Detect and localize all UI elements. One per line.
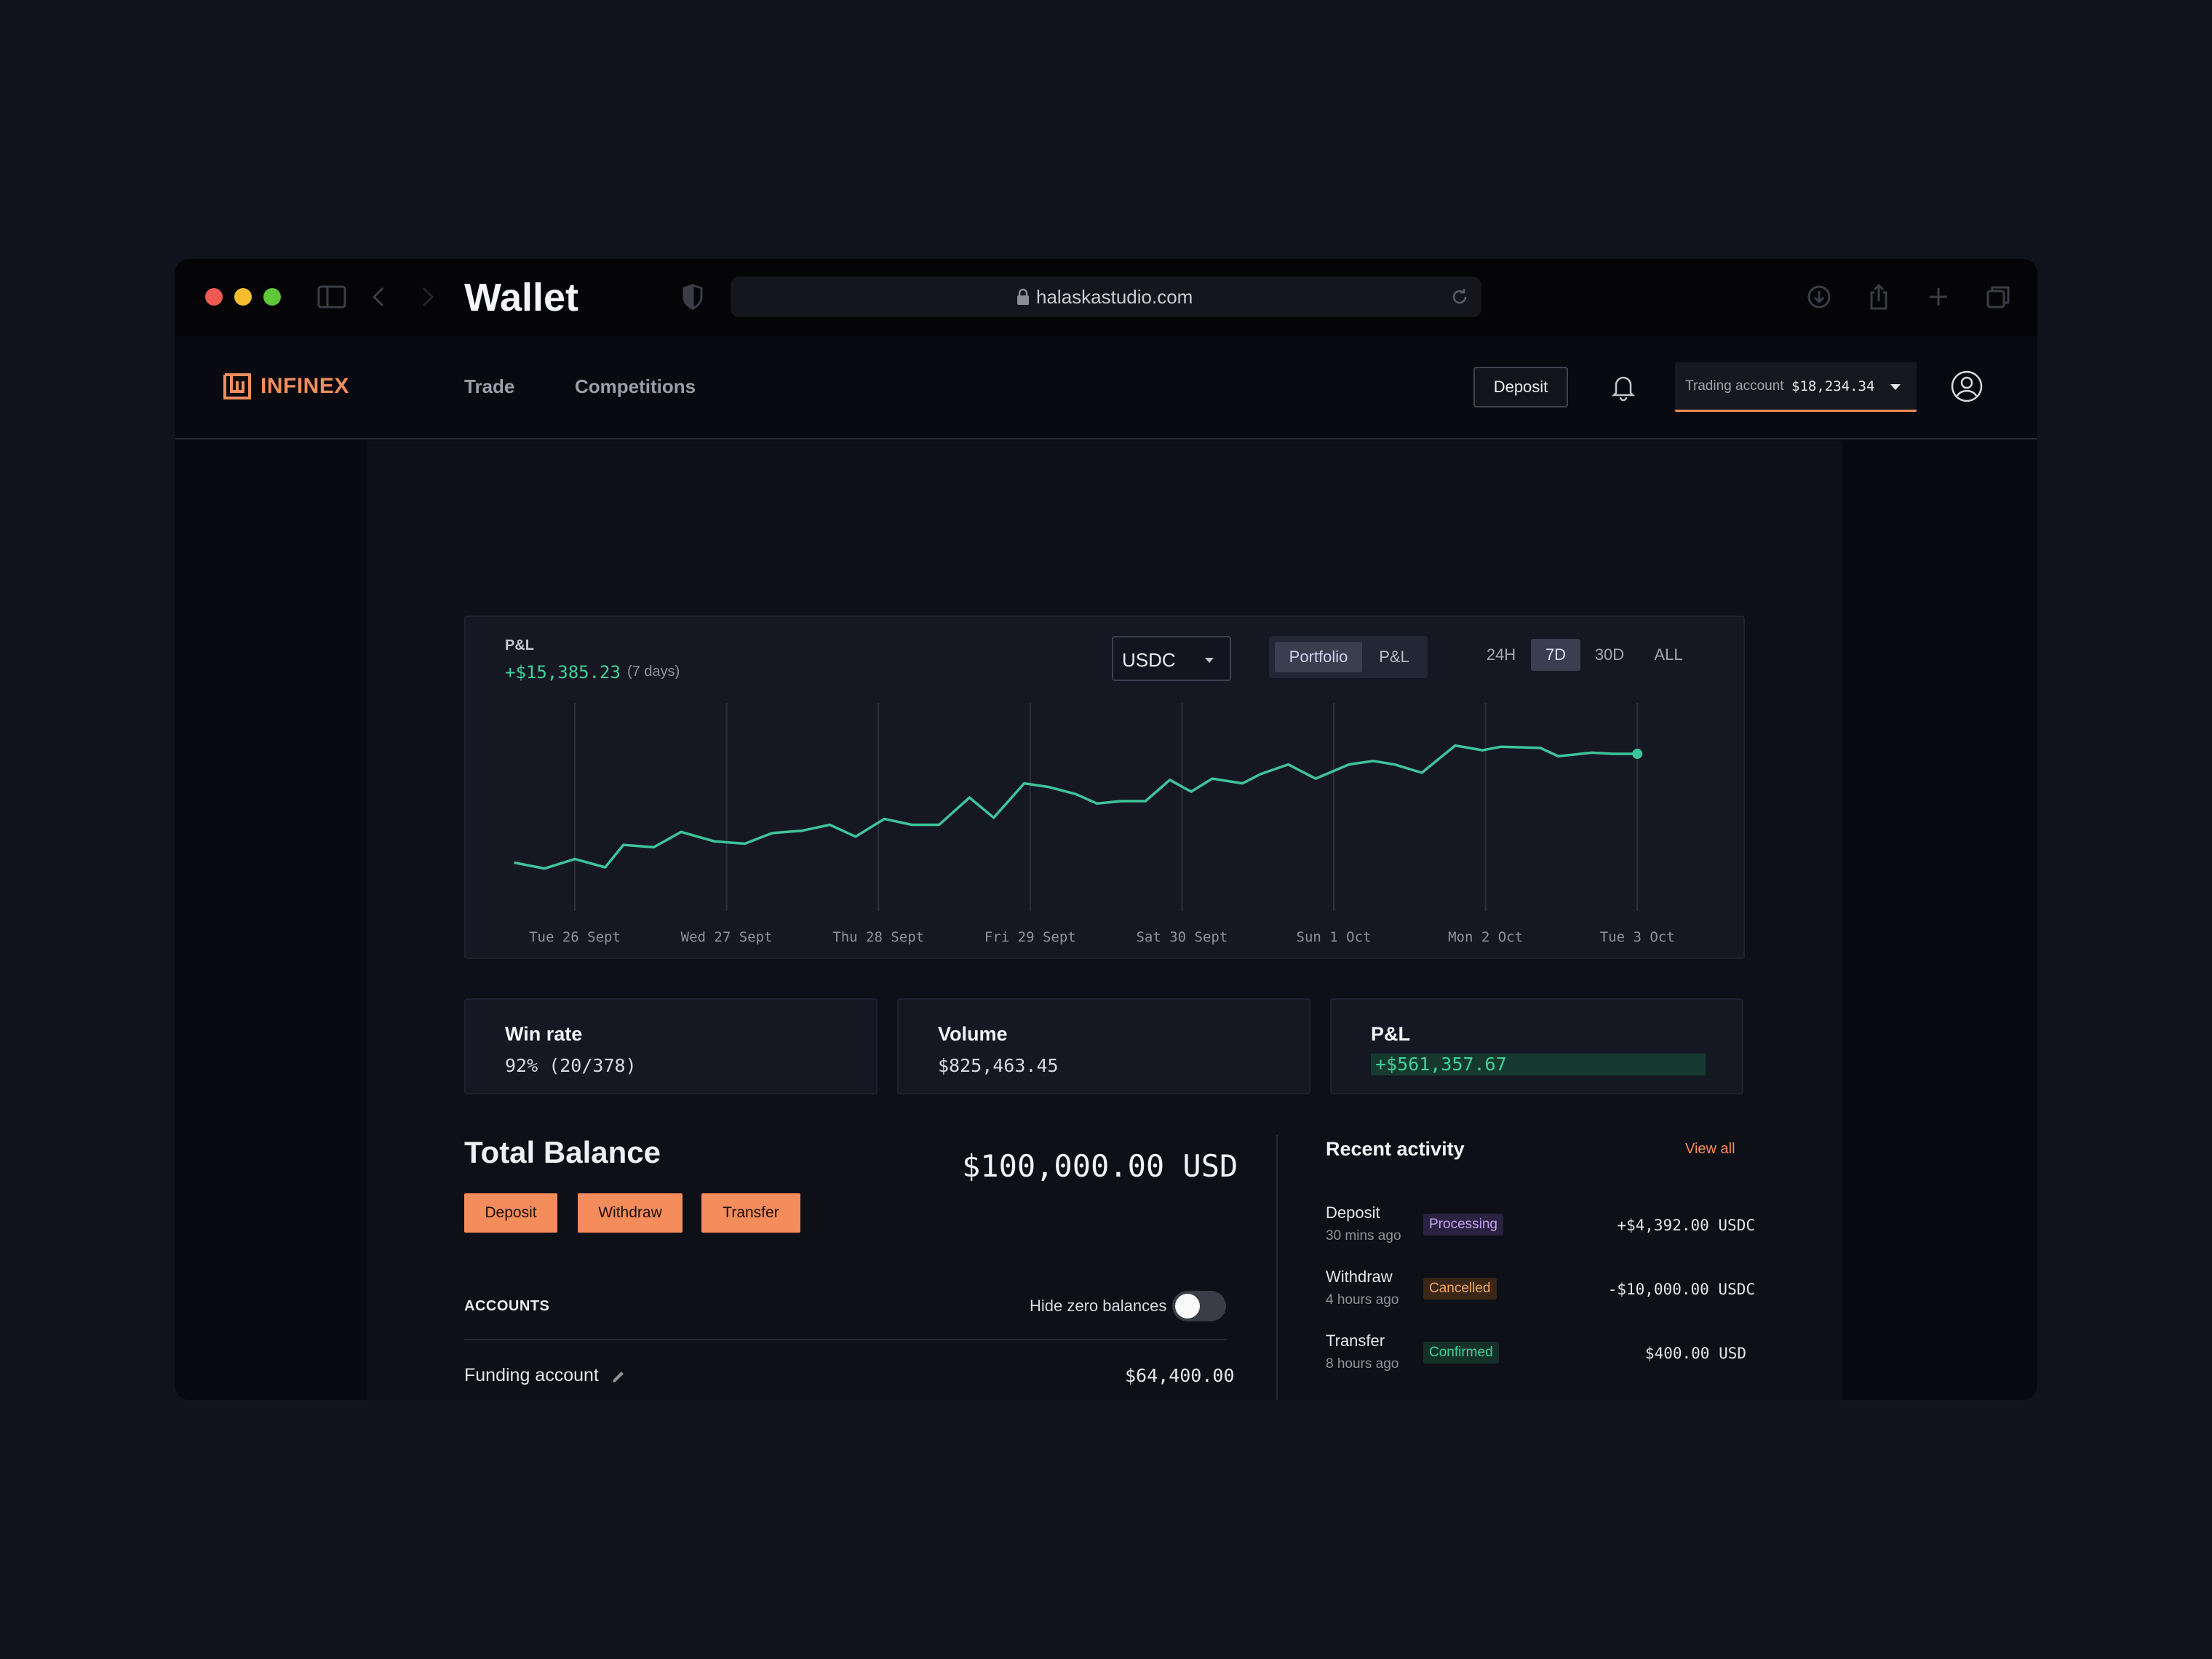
sidebar-toggle-icon[interactable] [314,279,349,314]
recent-activity-title: Recent activity [1326,1138,1465,1160]
chart-series-line [514,744,1638,870]
total-balance-title: Total Balance [464,1135,661,1169]
x-tick-label: Wed 27 Sept [681,929,773,945]
download-icon[interactable] [1802,279,1837,314]
brand-logo[interactable]: INFINEX [223,373,349,400]
stat-title: P&L [1371,1023,1410,1045]
hide-zero-balances-toggle[interactable] [1172,1291,1226,1321]
x-tick-label: Thu 28 Sept [832,929,924,945]
browser-toolbar: halaskastudio.com [175,259,2037,336]
stat-value: 92% (20/378) [505,1055,637,1076]
user-profile-icon[interactable] [1950,370,1984,403]
privacy-shield-icon[interactable] [675,279,710,314]
header-deposit-button[interactable]: Deposit [1473,367,1568,407]
new-tab-icon[interactable] [1921,279,1956,314]
activity-type: Transfer [1326,1332,1385,1350]
account-selector-value: $18,234.34 [1791,378,1875,394]
address-bar[interactable]: halaskastudio.com [731,276,1481,317]
withdraw-button[interactable]: Withdraw [578,1193,683,1233]
stat-card-win-rate: Win rate 92% (20/378) [464,998,878,1094]
deposit-button[interactable]: Deposit [464,1193,557,1233]
funding-account-name: Funding account [464,1365,599,1385]
x-tick-label: Fri 29 Sept [984,929,1076,945]
x-tick-label: Mon 2 Oct [1448,929,1523,945]
stat-value: $825,463.45 [938,1055,1059,1076]
range-all[interactable]: ALL [1646,639,1691,671]
stat-card-pnl: P&L +$561,357.67 [1330,998,1743,1094]
funding-account-value: $64,400.00 [1125,1365,1235,1386]
range-24h[interactable]: 24H [1477,639,1525,671]
x-tick-label: Tue 26 Sept [529,929,621,945]
account-selector-label: Trading account [1685,378,1784,394]
status-badge: Confirmed [1423,1342,1499,1364]
status-badge: Processing [1423,1214,1503,1236]
notifications-bell-icon[interactable] [1610,373,1637,402]
lock-icon [1016,288,1030,306]
range-30d[interactable]: 30D [1586,639,1633,671]
x-tick-label: Sat 30 Sept [1136,929,1228,945]
app-header: INFINEX Trade Competitions Deposit Tradi… [175,336,2037,439]
brand-name: INFINEX [260,374,349,398]
share-icon[interactable] [1861,279,1896,314]
accounts-divider [464,1339,1227,1340]
stat-title: Volume [938,1023,1008,1045]
activity-time: 8 hours ago [1326,1356,1399,1372]
range-7d[interactable]: 7D [1531,639,1580,671]
close-window-button[interactable] [205,288,223,306]
toggle-knob [1175,1294,1200,1318]
edit-pencil-icon[interactable] [611,1368,627,1384]
activity-row[interactable]: Withdraw 4 hours ago Cancelled -$10,000.… [1326,1268,1755,1326]
activity-type: Deposit [1326,1204,1380,1222]
x-tick-label: Tue 3 Oct [1600,929,1675,945]
page-title: Wallet [464,276,579,319]
view-all-link[interactable]: View all [1685,1141,1735,1158]
stat-card-volume: Volume $825,463.45 [897,998,1310,1094]
infinex-logo-icon [223,373,251,399]
activity-time: 4 hours ago [1326,1292,1399,1308]
hide-zero-balances-label: Hide zero balances [1030,1297,1167,1315]
stat-title: Win rate [505,1023,583,1045]
chart-series-endpoint[interactable] [1632,749,1643,759]
back-icon[interactable] [362,279,397,314]
maximize-window-button[interactable] [263,288,281,306]
activity-amount: +$4,392.00 USDC [1617,1217,1755,1234]
accounts-section-label: ACCOUNTS [464,1298,550,1314]
activity-time: 30 mins ago [1326,1228,1401,1244]
activity-type: Withdraw [1326,1268,1393,1286]
reload-icon[interactable] [1449,287,1470,307]
account-selector[interactable]: Trading account $18,234.34 [1675,362,1917,412]
url-text: halaskastudio.com [1036,286,1193,308]
section-divider [1276,1135,1278,1400]
stat-value: +$561,357.67 [1371,1054,1706,1075]
minimize-window-button[interactable] [234,288,252,306]
transfer-button[interactable]: Transfer [701,1193,800,1233]
status-badge: Cancelled [1423,1278,1497,1300]
total-balance-amount: $100,000.00 USD [962,1148,1238,1184]
x-tick-label: Sun 1 Oct [1297,929,1372,945]
activity-amount: -$10,000.00 USDC [1607,1281,1755,1298]
activity-row[interactable]: Transfer 8 hours ago Confirmed $400.00 U… [1326,1332,1755,1390]
forward-icon[interactable] [409,279,444,314]
nav-trade[interactable]: Trade [464,375,514,398]
chevron-down-icon [1890,384,1901,390]
activity-row[interactable]: Deposit 30 mins ago Processing +$4,392.0… [1326,1204,1755,1262]
tab-overview-icon[interactable] [1981,279,2016,314]
activity-amount: $400.00 USD [1644,1345,1746,1362]
nav-competitions[interactable]: Competitions [575,375,696,398]
